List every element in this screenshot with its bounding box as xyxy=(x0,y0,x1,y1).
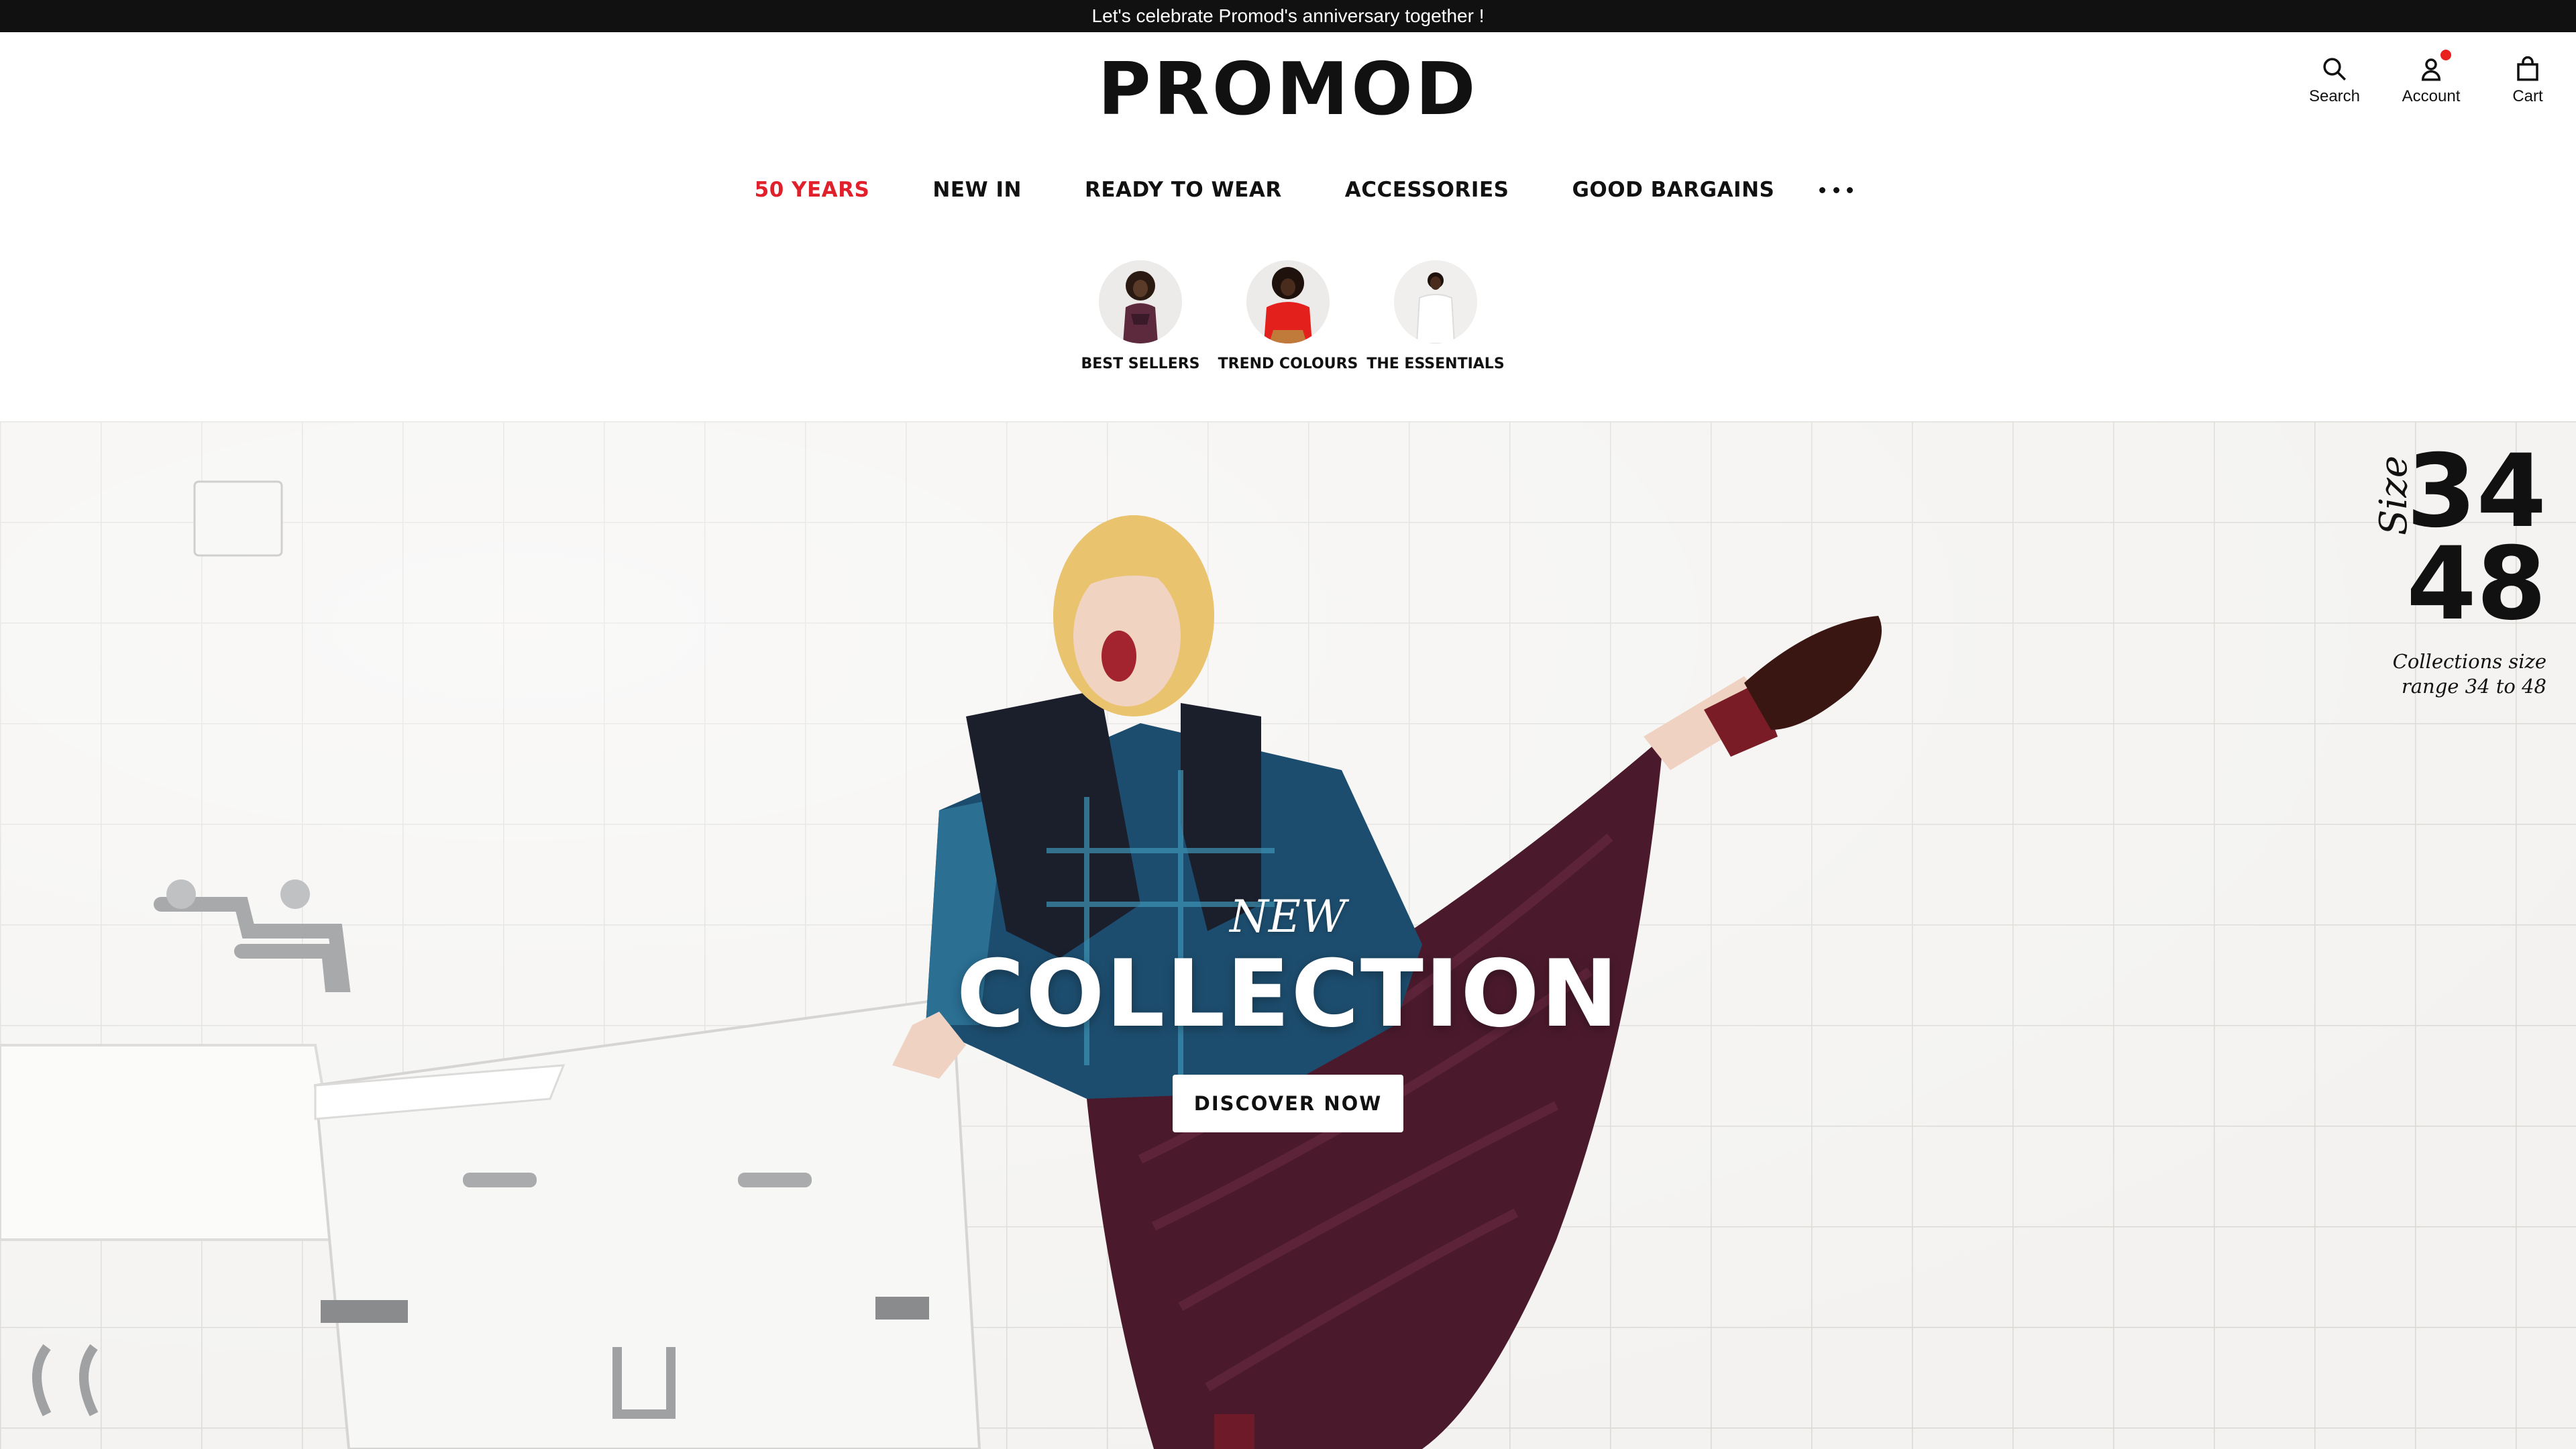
category-trend-colours[interactable]: TREND COLOURS xyxy=(1216,260,1360,372)
main-navigation: 50 YEARS NEW IN READY TO WEAR ACCESSORIE… xyxy=(0,166,2576,213)
bag-icon xyxy=(2517,56,2538,81)
discover-now-button[interactable]: DISCOVER NOW xyxy=(1173,1075,1403,1132)
category-the-essentials-image xyxy=(1394,260,1477,343)
size-caption-line-2: range 34 to 48 xyxy=(2401,675,2546,698)
brand-logo[interactable]: PROMOD xyxy=(1097,46,1475,133)
hero-eyebrow: NEW xyxy=(1230,891,1346,943)
category-shortcuts: BEST SELLERS TREND COLOURS THE ESSENTIAL… xyxy=(0,260,2576,372)
brand-logo-text: PROMOD xyxy=(1097,47,1479,131)
account-button[interactable]: Account xyxy=(2383,40,2479,121)
hero-title: COLLECTION xyxy=(956,940,1620,1048)
announcement-text: Let's celebrate Promod's anniversary tog… xyxy=(1091,5,1485,26)
search-icon xyxy=(2323,58,2346,80)
search-button[interactable]: Search xyxy=(2286,40,2383,121)
category-label: THE ESSENTIALS xyxy=(1366,356,1505,372)
header-tools: Search Account Cart xyxy=(2286,40,2576,121)
announcement-bar: Let's celebrate Promod's anniversary tog… xyxy=(0,0,2576,32)
category-best-sellers-image xyxy=(1099,260,1182,343)
hero-text: NEW COLLECTION DISCOVER NOW xyxy=(0,891,2576,1132)
size-caption-line-1: Collections size xyxy=(2392,650,2546,673)
nav-item-50-years[interactable]: 50 YEARS xyxy=(755,178,870,202)
nav-item-new-in[interactable]: NEW IN xyxy=(932,178,1022,202)
cart-button[interactable]: Cart xyxy=(2479,40,2576,121)
hero-banner[interactable]: NEW COLLECTION DISCOVER NOW Size 34 48 C… xyxy=(0,421,2576,1449)
user-icon xyxy=(2421,58,2441,81)
category-best-sellers[interactable]: BEST SELLERS xyxy=(1068,260,1213,372)
size-range-badge: Size 34 48 Collections size range 34 to … xyxy=(2372,441,2546,698)
size-max: 48 xyxy=(2406,526,2546,643)
category-trend-colours-image xyxy=(1246,260,1330,343)
category-label: TREND COLOURS xyxy=(1218,356,1358,372)
category-label: BEST SELLERS xyxy=(1081,356,1200,372)
cart-label: Cart xyxy=(2512,87,2543,105)
account-notification-dot xyxy=(2440,50,2451,60)
more-dots-icon[interactable] xyxy=(1819,176,1854,203)
nav-item-good-bargains[interactable]: GOOD BARGAINS xyxy=(1572,178,1774,202)
category-the-essentials[interactable]: THE ESSENTIALS xyxy=(1363,260,1508,372)
account-label: Account xyxy=(2402,87,2461,105)
search-label: Search xyxy=(2308,87,2361,105)
nav-item-ready-to-wear[interactable]: READY TO WEAR xyxy=(1085,178,1282,202)
size-caption: Collections size range 34 to 48 xyxy=(2372,649,2546,699)
site-header: PROMOD Search Account Cart 50 YEARS NEW … xyxy=(0,32,2576,421)
nav-item-accessories[interactable]: ACCESSORIES xyxy=(1345,178,1509,202)
